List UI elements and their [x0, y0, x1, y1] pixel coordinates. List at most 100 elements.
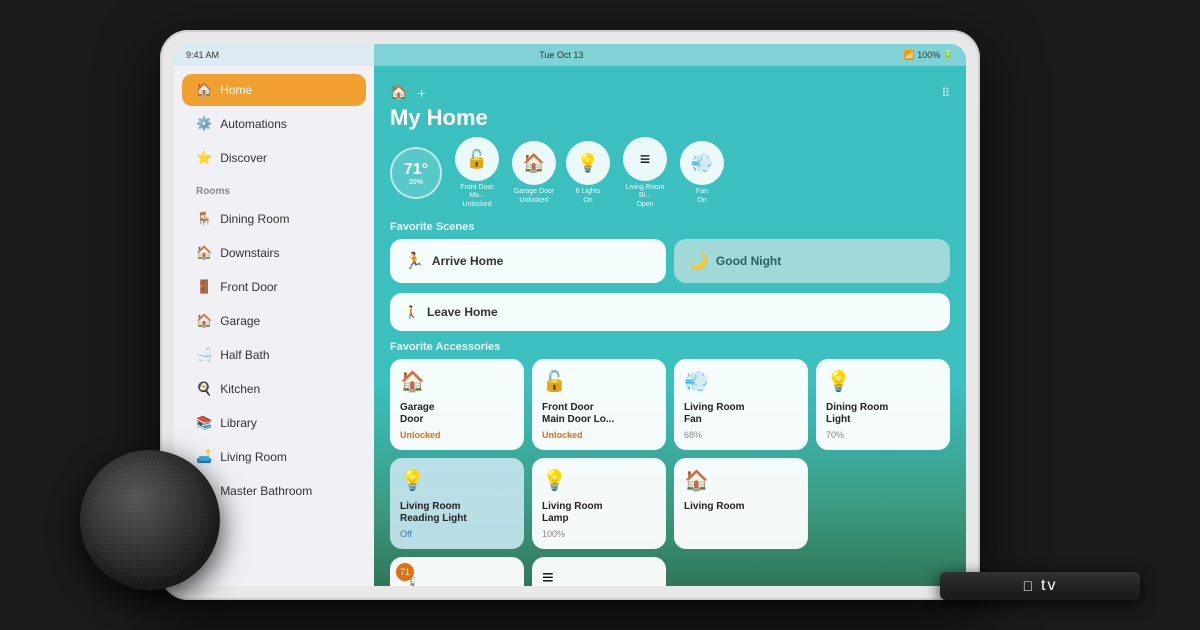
sidebar-item-downstairs[interactable]: 🏠 Downstairs [182, 237, 366, 269]
homepod [80, 450, 220, 590]
sidebar-item-automations[interactable]: ⚙️ Automations [182, 108, 366, 140]
sidebar-item-discover[interactable]: ⭐ Discover [182, 142, 366, 174]
acc-living-room-blinds[interactable]: ≡ Living RoomBlinds Open [532, 557, 666, 586]
living-room-fan-acc-icon: 💨 [684, 369, 798, 394]
home-icon: 🏠 [196, 82, 212, 98]
living-room-label: Living Room [220, 450, 287, 464]
top-bar: 🏠 + ⠿ [390, 80, 950, 101]
ipad-frame: 9:41 AM Tue Oct 13 📶 100% 🔋 🏠 Home ⚙️ Au… [160, 30, 980, 600]
favorite-scenes-label: Favorite Scenes [390, 221, 950, 233]
temp-value: 71° [404, 161, 428, 179]
favorite-accessories-label: Favorite Accessories [390, 341, 950, 353]
garage-door-acc-status: Unlocked [400, 430, 514, 440]
status-date: Tue Oct 13 [539, 50, 583, 60]
temp-sub: 20% [409, 179, 423, 186]
apple-tv-label: tv [1041, 577, 1057, 595]
acc-living-room[interactable]: 🏠 Living Room [674, 458, 808, 549]
garage-door-status-circle: 🏠 [512, 141, 556, 185]
acc-living-room-fan[interactable]: 💨 Living RoomFan 68% [674, 359, 808, 450]
garage-icon: 🏠 [196, 313, 212, 329]
blinds-acc-icon: ≡ [542, 567, 656, 586]
front-door-label: Front Door [220, 280, 277, 294]
front-door-status-circle: 🔓 [455, 137, 499, 181]
thermostat-acc-icon: 🌡️ [400, 575, 514, 586]
living-room-reading-light-acc-icon: 💡 [400, 468, 514, 493]
blinds-status-label: Living Room Bl...Open [620, 184, 670, 209]
good-night-icon: 🌙 [688, 251, 708, 271]
front-door-lock-acc-icon: 🔓 [542, 369, 656, 394]
fan-status-label: FanOn [696, 188, 708, 205]
acc-dining-room-light[interactable]: 💡 Dining RoomLight 70% [816, 359, 950, 450]
blinds-status-item[interactable]: ≡ Living Room Bl...Open [620, 137, 670, 209]
siri-icon: ⠿ [941, 86, 950, 100]
page-title: My Home [390, 105, 488, 131]
front-door-status-item[interactable]: 🔓 Front Door Ma...Unlocked [452, 137, 502, 209]
dining-room-label: Dining Room [220, 212, 289, 226]
temp-status-item[interactable]: 71° 20% [390, 147, 442, 199]
garage-label: Garage [220, 314, 260, 328]
leave-home-label: Leave Home [427, 305, 498, 319]
leave-home-icon: 🚶 [404, 305, 419, 319]
scene-arrive-home[interactable]: 🏃 Arrive Home [390, 239, 666, 283]
sidebar-item-half-bath[interactable]: 🛁 Half Bath [182, 339, 366, 371]
library-icon: 📚 [196, 415, 212, 431]
downstairs-label: Downstairs [220, 246, 279, 260]
front-door-lock-acc-name: Front DoorMain Door Lo... [542, 402, 656, 426]
sidebar-item-kitchen[interactable]: 🍳 Kitchen [182, 373, 366, 405]
living-room-acc-name: Living Room [684, 501, 798, 513]
homepod-mesh [90, 460, 210, 580]
living-room-fan-acc-name: Living RoomFan [684, 402, 798, 426]
lights-status-label: 6 LightsOn [576, 188, 601, 205]
automations-icon: ⚙️ [196, 116, 212, 132]
ipad-screen: 9:41 AM Tue Oct 13 📶 100% 🔋 🏠 Home ⚙️ Au… [174, 44, 966, 586]
sidebar-item-garage[interactable]: 🏠 Garage [182, 305, 366, 337]
downstairs-icon: 🏠 [196, 245, 212, 261]
apple-logo-icon:  [1023, 578, 1034, 594]
arrive-home-label: Arrive Home [432, 254, 503, 268]
home-top-icon[interactable]: 🏠 [390, 84, 407, 101]
arrive-home-icon: 🏃 [404, 251, 424, 271]
discover-icon: ⭐ [196, 150, 212, 166]
lights-status-circle: 💡 [566, 141, 610, 185]
dining-room-light-acc-name: Dining RoomLight [826, 402, 940, 426]
living-room-reading-light-acc-name: Living RoomReading Light [400, 501, 514, 525]
fan-status-circle: 💨 [680, 141, 724, 185]
accessories-grid-row1: 🏠 GarageDoor Unlocked 🔓 Front DoorMain D… [390, 359, 950, 450]
homepod-body [80, 450, 220, 590]
fan-status-item[interactable]: 💨 FanOn [680, 141, 724, 205]
blinds-status-circle: ≡ [623, 137, 667, 181]
status-battery: 📶 100% 🔋 [904, 50, 954, 61]
scene-good-night[interactable]: 🌙 Good Night [674, 239, 950, 283]
apple-tv:  tv [940, 572, 1140, 600]
status-bar: 9:41 AM Tue Oct 13 📶 100% 🔋 [174, 44, 966, 66]
front-door-lock-acc-status: Unlocked [542, 430, 656, 440]
acc-living-room-thermostat[interactable]: 71 🌡️ Living RoomThermostat Heating to 7… [390, 557, 524, 586]
acc-living-room-reading-light[interactable]: 💡 Living RoomReading Light Off [390, 458, 524, 549]
main-content: 🏠 + ⠿ My Home 71° 20% [374, 44, 966, 586]
lights-status-item[interactable]: 💡 6 LightsOn [566, 141, 610, 205]
dining-room-light-acc-icon: 💡 [826, 369, 940, 394]
sidebar-home-label: Home [220, 83, 252, 97]
library-label: Library [220, 416, 257, 430]
living-room-reading-light-acc-status: Off [400, 529, 514, 539]
status-row: 71° 20% 🔓 Front Door Ma...Unlocked 🏠 [390, 137, 950, 209]
sidebar-item-front-door[interactable]: 🚪 Front Door [182, 271, 366, 303]
rooms-section-label: Rooms [174, 176, 374, 201]
acc-front-door-lock[interactable]: 🔓 Front DoorMain Door Lo... Unlocked [532, 359, 666, 450]
add-icon[interactable]: + [417, 85, 425, 101]
scene-leave-home[interactable]: 🚶 Leave Home [390, 293, 950, 331]
garage-door-status-label: Garage DoorUnlocked [514, 188, 554, 205]
sidebar-item-dining-room[interactable]: 🪑 Dining Room [182, 203, 366, 235]
half-bath-label: Half Bath [220, 348, 269, 362]
acc-garage-door[interactable]: 🏠 GarageDoor Unlocked [390, 359, 524, 450]
living-room-fan-acc-status: 68% [684, 430, 798, 440]
status-time: 9:41 AM [186, 50, 219, 60]
sidebar-item-library[interactable]: 📚 Library [182, 407, 366, 439]
temperature-circle: 71° 20% [390, 147, 442, 199]
kitchen-label: Kitchen [220, 382, 260, 396]
sidebar-item-home[interactable]: 🏠 Home [182, 74, 366, 106]
acc-living-room-lamp[interactable]: 💡 Living RoomLamp 100% [532, 458, 666, 549]
main-header: My Home [390, 105, 950, 131]
scenes-grid: 🏃 Arrive Home 🌙 Good Night [390, 239, 950, 283]
garage-door-status-item[interactable]: 🏠 Garage DoorUnlocked [512, 141, 556, 205]
